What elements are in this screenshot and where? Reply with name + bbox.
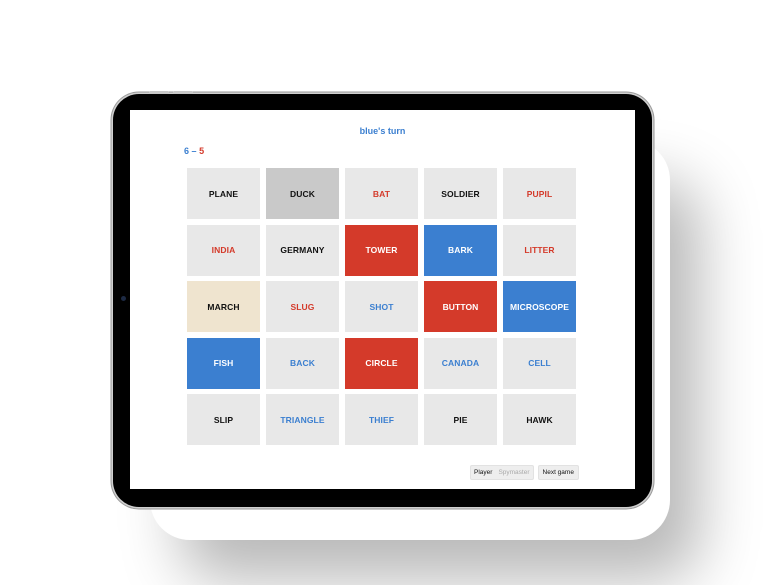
word-card[interactable]: CANADA xyxy=(424,337,497,389)
game-controls: Player Spymaster Next game xyxy=(470,465,579,480)
word-card[interactable]: HAWK xyxy=(503,394,576,445)
volume-up-button xyxy=(149,91,169,94)
word-card[interactable]: CIRCLE xyxy=(345,337,418,389)
game-screen: blue's turn 6 – 5 PLANE DUCK BAT SOLDIER PUP… xyxy=(130,110,635,489)
word-card[interactable]: PIE xyxy=(424,394,497,445)
word-card[interactable]: SOLDIER xyxy=(424,168,497,219)
word-card[interactable]: MICROSCOPE xyxy=(503,281,576,332)
word-card[interactable]: CELL xyxy=(503,337,576,389)
word-card[interactable]: TOWER xyxy=(345,224,418,276)
blue-score: 6 xyxy=(184,146,190,156)
camera-icon xyxy=(121,296,126,301)
word-card[interactable]: SLUG xyxy=(266,281,339,332)
word-card[interactable]: BAT xyxy=(345,168,418,219)
word-card[interactable]: SHOT xyxy=(345,281,418,332)
volume-down-button xyxy=(173,91,193,94)
word-card[interactable]: BACK xyxy=(266,337,339,389)
word-card[interactable]: GERMANY xyxy=(266,224,339,276)
word-card[interactable]: FISH xyxy=(187,337,260,389)
word-card[interactable]: MARCH xyxy=(187,281,260,332)
word-board: PLANE DUCK BAT SOLDIER PUPIL INDIA GERMANY TOWE… xyxy=(187,168,576,445)
score: 6 – 5 xyxy=(184,146,204,156)
word-card[interactable]: TRIANGLE xyxy=(266,394,339,445)
word-card[interactable]: PUPIL xyxy=(503,168,576,219)
turn-indicator: blue's turn xyxy=(359,126,406,136)
role-player-button[interactable]: Player xyxy=(471,466,495,479)
red-score: 5 xyxy=(199,146,205,156)
next-game-button[interactable]: Next game xyxy=(537,465,579,480)
word-card[interactable]: SLIP xyxy=(187,394,260,445)
word-card[interactable]: INDIA xyxy=(187,224,260,276)
role-spymaster-button[interactable]: Spymaster xyxy=(495,466,532,479)
word-card[interactable]: PLANE xyxy=(187,168,260,219)
word-card[interactable]: LITTER xyxy=(503,224,576,276)
word-card[interactable]: BUTTON xyxy=(424,281,497,332)
role-toggle: Player Spymaster xyxy=(470,465,534,480)
word-card[interactable]: THIEF xyxy=(345,394,418,445)
word-card[interactable]: BARK xyxy=(424,224,497,276)
word-card[interactable]: DUCK xyxy=(266,168,339,219)
score-separator: – xyxy=(191,146,197,156)
